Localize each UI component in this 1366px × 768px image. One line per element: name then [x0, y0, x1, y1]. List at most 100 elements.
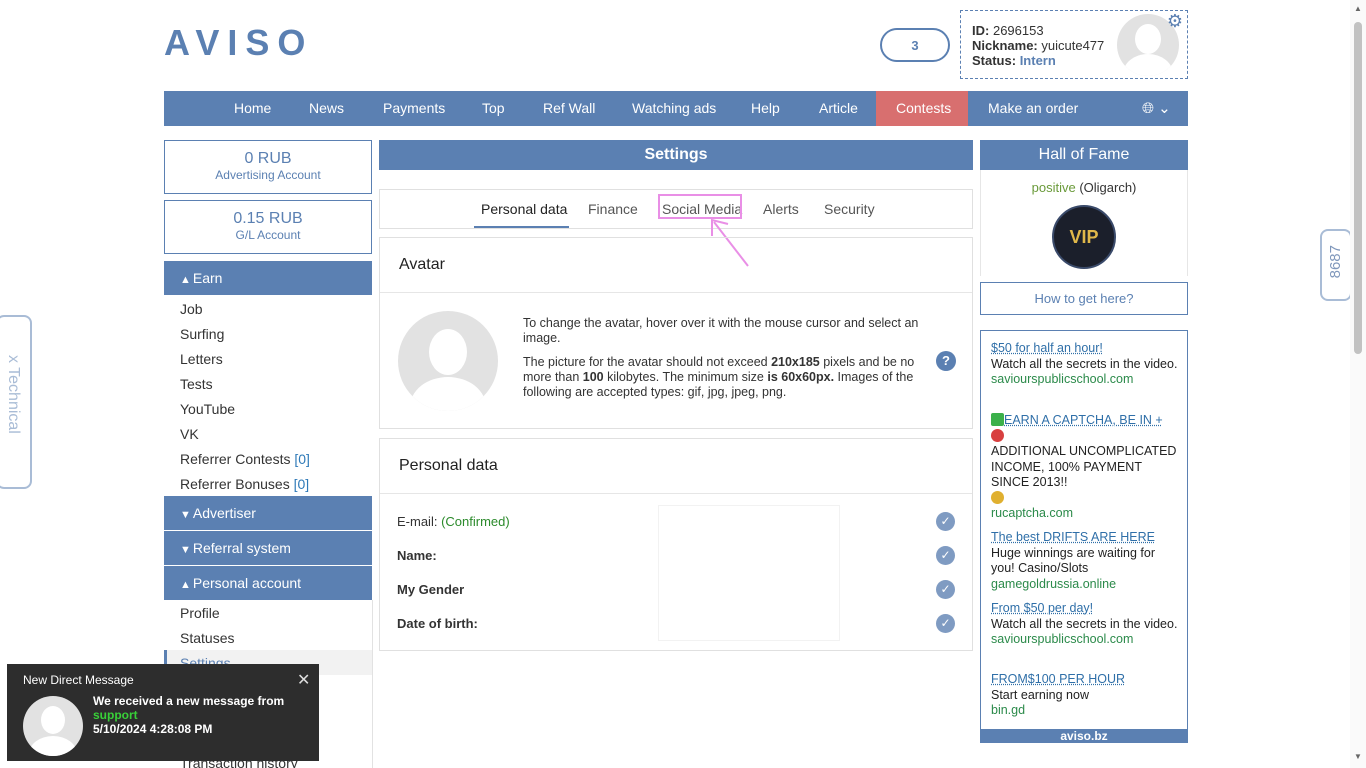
nav-ref-wall[interactable]: Ref Wall: [543, 91, 595, 126]
personal-title: Personal account: [192, 575, 302, 591]
ad-title: $50 for half an hour!: [991, 341, 1103, 355]
menu-vk[interactable]: VK: [180, 426, 199, 442]
referral-title: Referral system: [192, 540, 291, 556]
nav-contests[interactable]: Contests: [896, 91, 951, 126]
nav-news[interactable]: News: [309, 91, 344, 126]
how-to-get-here-button[interactable]: How to get here?: [980, 282, 1188, 315]
ad-item[interactable]: FROM$100 PER HOUR Start earning now bin.…: [991, 672, 1179, 719]
ad-desc: Start earning now: [991, 687, 1089, 702]
scroll-down-icon[interactable]: ▼: [1354, 752, 1362, 761]
hall-of-fame-box: positive (Oligarch) VIP: [980, 170, 1188, 276]
menu-referrer-bonuses[interactable]: Referrer Bonuses [0]: [180, 476, 309, 492]
personal-data-values: [658, 505, 840, 641]
aviso-footer[interactable]: aviso.bz: [980, 729, 1188, 743]
counter-side-tab[interactable]: 8687: [1320, 229, 1352, 301]
ad-desc: Watch all the secrets in the video.: [991, 356, 1178, 371]
dob-row: Date of birth:: [397, 616, 478, 631]
personal-section-header[interactable]: ▲ Personal account: [164, 566, 372, 600]
gear-icon[interactable]: ⚙: [1167, 12, 1183, 30]
email-row: E-mail: (Confirmed): [397, 514, 510, 529]
advertising-label: Advertising Account: [215, 168, 321, 182]
menu-youtube[interactable]: YouTube: [180, 401, 235, 417]
nickname-label: Nickname:: [972, 38, 1038, 53]
toast-avatar: [23, 696, 83, 756]
ad-domain: saviourspublicschool.com: [991, 372, 1134, 386]
technical-side-tab[interactable]: x Technical: [0, 315, 32, 489]
ad-desc: Watch all the secrets in the video.: [991, 616, 1178, 631]
nav-article[interactable]: Article: [819, 91, 858, 126]
site-logo[interactable]: AVISO: [164, 22, 313, 64]
menu-job[interactable]: Job: [180, 301, 203, 317]
tab-alerts[interactable]: Alerts: [763, 201, 799, 217]
avatar-instructions: To change the avatar, hover over it with…: [523, 316, 919, 409]
gl-account[interactable]: 0.15 RUB G/L Account: [164, 200, 372, 254]
ad-item[interactable]: The best DRIFTS ARE HERE Huge winnings a…: [991, 530, 1179, 592]
scrollbar-thumb[interactable]: [1354, 22, 1362, 354]
referrer-bonuses-label: Referrer Bonuses: [180, 476, 290, 492]
name-label: Name:: [397, 548, 437, 563]
counter-label: 8687: [1327, 245, 1344, 279]
gl-label: G/L Account: [235, 228, 301, 242]
menu-surfing[interactable]: Surfing: [180, 326, 224, 342]
menu-referrer-contests[interactable]: Referrer Contests [0]: [180, 451, 310, 467]
gender-label: My Gender: [397, 582, 465, 597]
email-label: E-mail:: [397, 514, 438, 529]
referrer-contests-count: [0]: [294, 451, 310, 467]
referrer-bonuses-count: [0]: [293, 476, 310, 492]
menu-profile[interactable]: Profile: [180, 605, 220, 621]
notification-count-button[interactable]: 3: [880, 28, 950, 62]
main-nav: Home News Payments Top Ref Wall Watching…: [164, 91, 1188, 126]
vip-badge-icon[interactable]: VIP: [1052, 205, 1116, 269]
nav-make-order[interactable]: Make an order: [988, 91, 1078, 126]
tab-security[interactable]: Security: [824, 201, 875, 217]
toast-title: New Direct Message: [23, 673, 134, 687]
avatar-upload[interactable]: [398, 311, 498, 411]
user-info: ID: 2696153 Nickname: yuicute477 Status:…: [972, 23, 1104, 68]
advertiser-section-header[interactable]: ▼ Advertiser: [164, 496, 372, 530]
ad-title: The best DRIFTS ARE HERE: [991, 530, 1155, 544]
referral-section-header[interactable]: ▼ Referral system: [164, 531, 372, 565]
settings-tabs: Personal data Finance Social Media Alert…: [379, 189, 973, 229]
nav-help[interactable]: Help: [751, 91, 780, 126]
earn-section-header[interactable]: ▲ Earn: [164, 261, 372, 295]
ad-item[interactable]: $50 for half an hour! Watch all the secr…: [991, 341, 1179, 388]
dob-label: Date of birth:: [397, 616, 478, 631]
user-id: 2696153: [992, 23, 1044, 38]
user-status[interactable]: Intern: [1020, 53, 1056, 68]
menu-letters[interactable]: Letters: [180, 351, 223, 367]
menu-tests[interactable]: Tests: [180, 376, 213, 392]
direct-message-toast[interactable]: New Direct Message ✕ We received a new m…: [7, 664, 319, 761]
menu-statuses[interactable]: Statuses: [180, 630, 234, 646]
nav-home[interactable]: Home: [234, 91, 271, 126]
avatar-panel-title: Avatar: [399, 256, 445, 273]
hof-user[interactable]: positive (Oligarch): [981, 180, 1187, 195]
advertising-amount: 0 RUB: [244, 150, 292, 167]
advertising-account[interactable]: 0 RUB Advertising Account: [164, 140, 372, 194]
globe-icon[interactable]: 🌐︎ ⌄: [1142, 91, 1171, 126]
nav-payments[interactable]: Payments: [383, 91, 445, 126]
check-icon: ✓: [936, 580, 955, 599]
close-icon[interactable]: ✕: [297, 670, 310, 690]
check-icon: ✓: [936, 546, 955, 565]
toast-line: We received a new message from: [93, 694, 285, 708]
tab-personal-data[interactable]: Personal data: [481, 201, 567, 217]
ad-domain: gamegoldrussia.online: [991, 576, 1117, 591]
gl-amount: 0.15 RUB: [233, 210, 303, 227]
help-icon[interactable]: ?: [936, 351, 956, 371]
target-emoji-icon: [991, 428, 1004, 442]
hof-user-rank: (Oligarch): [1079, 180, 1137, 195]
ad-desc: Huge winnings are waiting for you! Casin…: [991, 545, 1155, 576]
panel-separator: [380, 292, 972, 293]
tab-finance[interactable]: Finance: [588, 201, 638, 217]
user-info-box: ID: 2696153 Nickname: yuicute477 Status:…: [960, 10, 1188, 79]
check-emoji-icon: [991, 413, 1004, 426]
nav-watching-ads[interactable]: Watching ads: [632, 91, 716, 126]
ad-item[interactable]: From $50 per day! Watch all the secrets …: [991, 601, 1179, 648]
user-nickname: yuicute477: [1041, 38, 1105, 53]
personal-data-panel: Personal data E-mail: (Confirmed) Name: …: [379, 438, 973, 651]
ad-item[interactable]: EARN A CAPTCHA, BE IN + ADDITIONAL UNCOM…: [991, 413, 1179, 522]
nav-top[interactable]: Top: [482, 91, 505, 126]
panel-separator: [380, 493, 972, 494]
scroll-up-icon[interactable]: ▲: [1354, 4, 1362, 13]
advertiser-title: Advertiser: [192, 505, 256, 521]
